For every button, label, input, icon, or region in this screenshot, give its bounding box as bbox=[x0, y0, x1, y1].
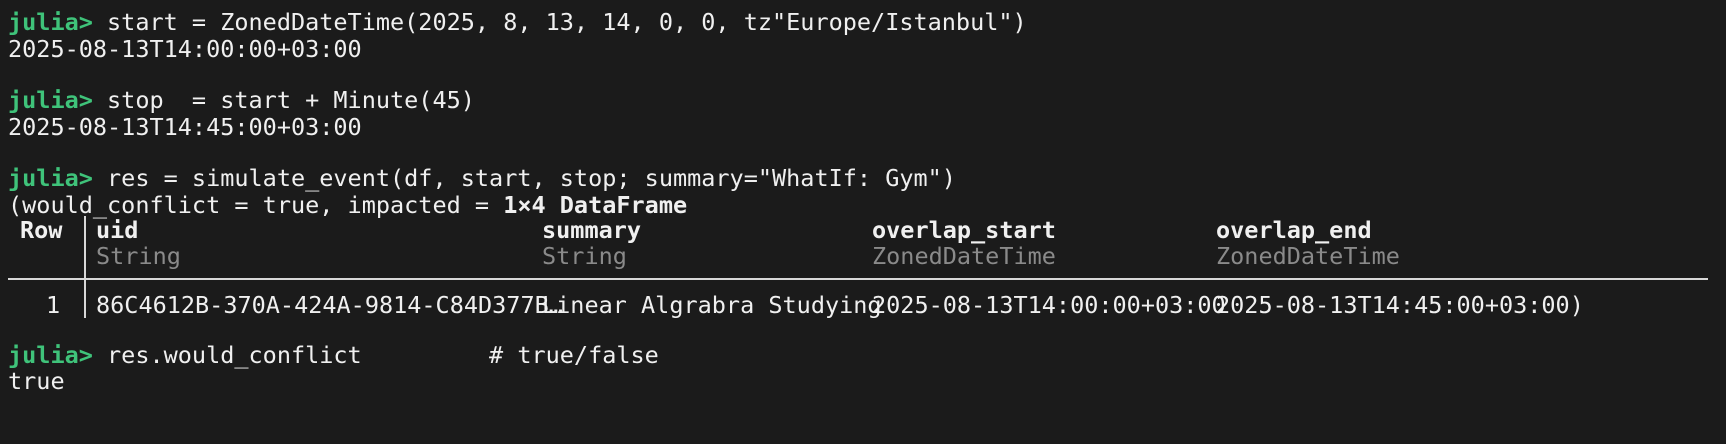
julia-prompt: julia> bbox=[8, 341, 93, 369]
column-header-overlap-end: overlap_end bbox=[1216, 216, 1372, 244]
julia-prompt: julia> bbox=[8, 164, 93, 192]
column-type-summary: String bbox=[542, 242, 627, 270]
cell-uid: 86C4612B-370A-424A-9814-C84D377B… bbox=[96, 291, 563, 319]
result-prefix: (would_conflict = true, impacted = bbox=[8, 191, 504, 219]
repl-output-line: 2025-08-13T14:00:00+03:00 bbox=[8, 35, 362, 63]
column-type-overlap-start: ZonedDateTime bbox=[872, 242, 1056, 270]
result-summary-line: (would_conflict = true, impacted = 1×4 D… bbox=[8, 191, 687, 219]
command-text: stop = start + Minute(45) bbox=[92, 86, 475, 114]
repl-input-line: julia> res = simulate_event(df, start, s… bbox=[8, 164, 956, 192]
column-type-overlap-end: ZonedDateTime bbox=[1216, 242, 1400, 270]
repl-input-line: julia> res.would_conflict # true/false bbox=[8, 341, 659, 369]
header-separator bbox=[8, 278, 1708, 280]
vertical-separator bbox=[84, 216, 86, 278]
column-type-uid: String bbox=[96, 242, 181, 270]
row-column-header: Row bbox=[20, 216, 63, 244]
cell-overlap-start: 2025-08-13T14:00:00+03:00 bbox=[872, 291, 1226, 319]
column-header-uid: uid bbox=[96, 216, 139, 244]
julia-prompt: julia> bbox=[8, 86, 93, 114]
cell-overlap-end: 2025-08-13T14:45:00+03:00) bbox=[1216, 291, 1584, 319]
command-text: res = simulate_event(df, start, stop; su… bbox=[92, 164, 956, 192]
dataframe-label: 1×4 DataFrame bbox=[503, 191, 688, 219]
repl-output-line: 2025-08-13T14:45:00+03:00 bbox=[8, 113, 362, 141]
command-text: start = ZonedDateTime(2025, 8, 13, 14, 0… bbox=[92, 8, 1027, 36]
julia-prompt: julia> bbox=[8, 8, 93, 36]
repl-input-line: julia> stop = start + Minute(45) bbox=[8, 86, 475, 114]
repl-output-line: true bbox=[8, 367, 65, 395]
vertical-separator bbox=[84, 280, 86, 318]
julia-repl-terminal[interactable]: julia> start = ZonedDateTime(2025, 8, 13… bbox=[0, 0, 1726, 444]
command-text: res.would_conflict # true/false bbox=[92, 341, 659, 369]
row-number: 1 bbox=[46, 291, 61, 319]
repl-input-line: julia> start = ZonedDateTime(2025, 8, 13… bbox=[8, 8, 1027, 36]
column-header-summary: summary bbox=[542, 216, 642, 244]
column-header-overlap-start: overlap_start bbox=[872, 216, 1056, 244]
cell-summary: Linear Algrabra Studying bbox=[542, 291, 882, 319]
